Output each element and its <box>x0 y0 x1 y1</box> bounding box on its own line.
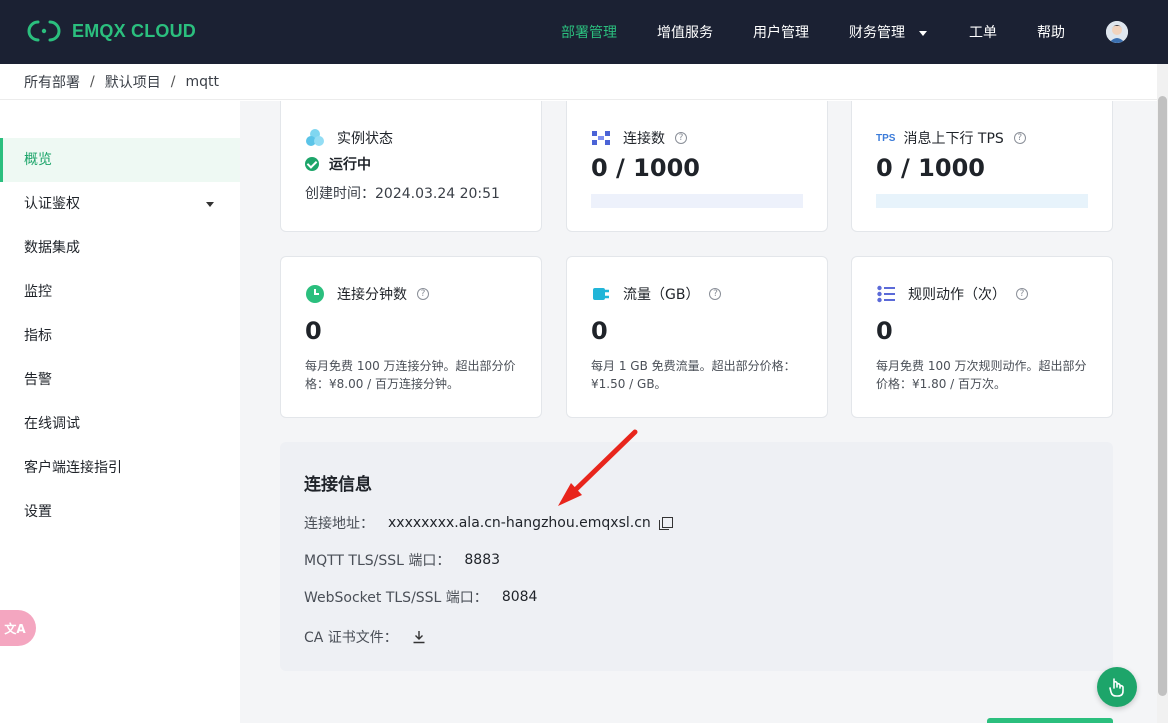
list-icon <box>876 284 896 304</box>
help-icon[interactable]: ? <box>709 288 722 300</box>
nav-tickets[interactable]: 工单 <box>969 22 997 42</box>
ca-cert-row: CA 证书文件： <box>304 627 426 647</box>
scrollbar-thumb[interactable] <box>1158 96 1167 696</box>
instance-status-card: 实例状态 运行中 创建时间：2024.03.24 20:51 <box>280 101 542 232</box>
connection-minutes-card: 连接分钟数 ? 0 每月免费 100 万连接分钟。超出部分价格：¥8.00 / … <box>280 256 542 418</box>
breadcrumb-separator: / <box>170 73 176 90</box>
tps-badge-icon: TPS <box>876 132 896 144</box>
touch-assistant-button[interactable] <box>1097 667 1137 707</box>
connection-minutes-desc: 每月免费 100 万连接分钟。超出部分价格：¥8.00 / 百万连接分钟。 <box>305 359 516 391</box>
sidebar-item-label: 认证鉴权 <box>24 196 80 212</box>
copy-icon[interactable] <box>658 517 673 530</box>
help-icon[interactable]: ? <box>417 288 429 300</box>
rule-actions-value: 0 <box>876 317 893 345</box>
breadcrumb-default-project[interactable]: 默认项目 <box>105 72 161 92</box>
sidebar-item-monitoring[interactable]: 监控 <box>0 270 240 314</box>
sidebar-item-overview[interactable]: 概览 <box>0 138 240 182</box>
instance-cluster-icon <box>305 128 325 148</box>
rule-actions-card: 规则动作（次） ? 0 每月免费 100 万次规则动作。超出部分价格：¥1.80… <box>851 256 1113 418</box>
top-navbar: EMQX CLOUD 部署管理 增值服务 用户管理 财务管理 工单 帮助 <box>0 0 1168 64</box>
traffic-value: 0 <box>591 317 608 345</box>
instance-status-title: 实例状态 <box>337 131 393 147</box>
help-icon[interactable]: ? <box>675 132 687 144</box>
connections-title: 连接数 <box>623 131 665 147</box>
main-content: 实例状态 运行中 创建时间：2024.03.24 20:51 连接数 ? 0 /… <box>240 101 1157 723</box>
primary-action-button-edge[interactable] <box>987 718 1113 723</box>
nav-value-added-services[interactable]: 增值服务 <box>657 22 713 42</box>
card-title: 连接分钟数 ? <box>305 284 429 304</box>
download-icon[interactable] <box>412 630 426 644</box>
traffic-card: 流量（GB） ? 0 每月 1 GB 免费流量。超出部分价格：¥1.50 / G… <box>566 256 828 418</box>
card-title: 实例状态 <box>305 128 393 148</box>
chevron-down-icon <box>206 202 214 207</box>
sidebar: 概览 认证鉴权 数据集成 监控 指标 告警 在线调试 客户端连接指引 设置 <box>0 101 240 723</box>
connection-address-label: 连接地址： <box>304 516 374 532</box>
connections-progress-bar <box>591 194 803 208</box>
emqx-logo-icon <box>27 20 61 42</box>
connection-info-title: 连接信息 <box>304 475 372 495</box>
user-avatar-icon[interactable] <box>1106 21 1128 43</box>
created-time-label: 创建时间： <box>305 186 375 202</box>
brand-name: EMQX CLOUD <box>72 20 197 41</box>
tps-card: TPS 消息上下行 TPS ? 0 / 1000 <box>851 101 1113 232</box>
clock-icon <box>305 284 325 304</box>
card-title: TPS 消息上下行 TPS ? <box>876 128 1026 148</box>
tps-value: 0 / 1000 <box>876 154 985 182</box>
ca-cert-label: CA 证书文件： <box>304 630 398 646</box>
tps-title: 消息上下行 TPS <box>903 131 1004 147</box>
breadcrumb-current-deployment: mqtt <box>185 73 219 90</box>
connections-value: 0 / 1000 <box>591 154 700 182</box>
traffic-icon <box>591 284 611 304</box>
nav-user-management[interactable]: 用户管理 <box>753 22 809 42</box>
nav-finance-label: 财务管理 <box>849 25 905 41</box>
connection-address-value: xxxxxxxx.ala.cn-hangzhou.emqxsl.cn <box>388 515 651 531</box>
traffic-title: 流量（GB） <box>623 287 700 303</box>
tps-progress-bar <box>876 194 1088 208</box>
nav-help[interactable]: 帮助 <box>1037 22 1065 42</box>
websocket-port-label: WebSocket TLS/SSL 端口： <box>304 590 488 606</box>
chevron-down-icon <box>919 30 927 36</box>
nav-finance[interactable]: 财务管理 <box>849 22 927 42</box>
breadcrumb: 所有部署 / 默认项目 / mqtt <box>0 64 1157 100</box>
help-icon[interactable]: ? <box>1013 132 1026 144</box>
traffic-desc: 每月 1 GB 免费流量。超出部分价格：¥1.50 / GB。 <box>591 359 796 391</box>
websocket-port-row: WebSocket TLS/SSL 端口： 8084 <box>304 587 537 607</box>
connection-address-row: 连接地址： xxxxxxxx.ala.cn-hangzhou.emqxsl.cn <box>304 513 673 533</box>
card-title: 连接数 ? <box>591 128 687 148</box>
websocket-port-value: 8084 <box>501 589 538 605</box>
status-badge: 运行中 <box>305 154 371 174</box>
connection-minutes-title: 连接分钟数 <box>337 287 407 303</box>
connections-card: 连接数 ? 0 / 1000 <box>566 101 828 232</box>
sidebar-item-data-integration[interactable]: 数据集成 <box>0 226 240 270</box>
mqtt-port-row: MQTT TLS/SSL 端口： 8883 <box>304 550 500 570</box>
sidebar-item-metrics[interactable]: 指标 <box>0 314 240 358</box>
help-icon[interactable]: ? <box>1016 288 1028 300</box>
connections-icon <box>591 128 611 148</box>
mqtt-port-label: MQTT TLS/SSL 端口： <box>304 553 451 569</box>
mqtt-port-value: 8883 <box>464 552 501 568</box>
sidebar-item-client-guide[interactable]: 客户端连接指引 <box>0 446 240 490</box>
created-time-value: 2024.03.24 20:51 <box>375 186 500 202</box>
emqx-logo[interactable]: EMQX CLOUD <box>24 19 196 43</box>
breadcrumb-all-deployments[interactable]: 所有部署 <box>24 72 80 92</box>
rule-actions-title: 规则动作（次） <box>908 287 1006 303</box>
translate-button[interactable]: 文A <box>0 610 36 646</box>
card-title: 规则动作（次） ? <box>876 284 1028 304</box>
nav-deployments[interactable]: 部署管理 <box>561 22 617 42</box>
check-circle-icon <box>305 157 319 171</box>
rule-actions-desc: 每月免费 100 万次规则动作。超出部分价格：¥1.80 / 百万次。 <box>876 359 1087 391</box>
hand-pointer-icon <box>1109 678 1124 697</box>
sidebar-item-auth[interactable]: 认证鉴权 <box>0 182 240 226</box>
breadcrumb-separator: / <box>90 73 95 90</box>
sidebar-item-online-debug[interactable]: 在线调试 <box>0 402 240 446</box>
card-title: 流量（GB） ? <box>591 284 722 304</box>
sidebar-item-alerts[interactable]: 告警 <box>0 358 240 402</box>
connection-info-panel: 连接信息 连接地址： xxxxxxxx.ala.cn-hangzhou.emqx… <box>280 442 1113 671</box>
status-text: 运行中 <box>329 157 371 173</box>
sidebar-item-settings[interactable]: 设置 <box>0 490 240 534</box>
created-time: 创建时间：2024.03.24 20:51 <box>305 183 500 203</box>
connection-minutes-value: 0 <box>305 317 322 345</box>
